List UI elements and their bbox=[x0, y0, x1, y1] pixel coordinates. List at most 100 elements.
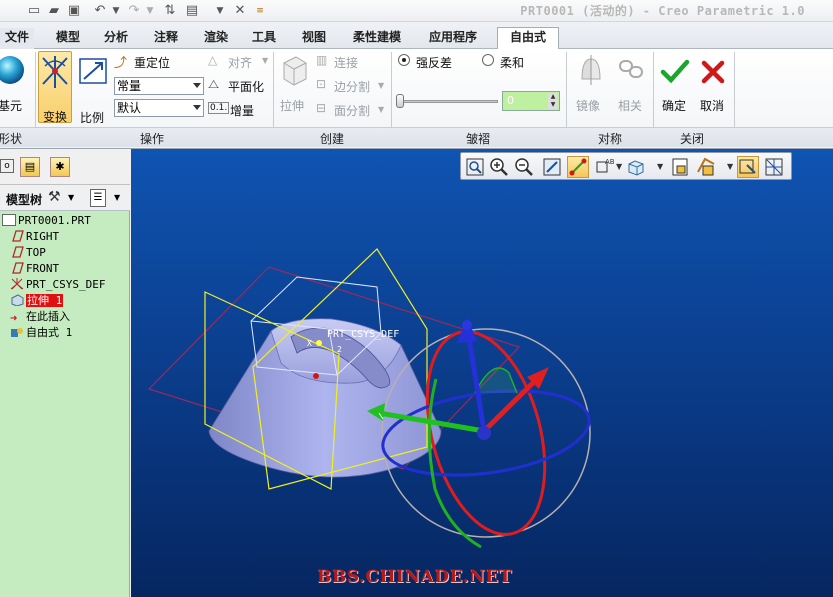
chevron-down-icon[interactable]: ▼ bbox=[657, 162, 663, 171]
chevron-down-icon[interactable]: ▼ bbox=[114, 193, 120, 202]
view-toolbar: AB ▼ ▼ ▼ bbox=[460, 152, 792, 180]
soft-crease-radio[interactable]: 柔和 bbox=[482, 53, 542, 71]
zoom-in-button[interactable] bbox=[488, 156, 510, 178]
increment-button[interactable]: 0.1. 增量 bbox=[208, 101, 270, 119]
chevron-down-icon[interactable]: ▼ bbox=[68, 193, 74, 202]
extrude-icon bbox=[283, 56, 307, 86]
display-style-button[interactable]: AB bbox=[595, 156, 617, 178]
layer-tab-icon[interactable]: ▤ bbox=[20, 157, 40, 177]
tab-applications[interactable]: 应用程序 bbox=[418, 28, 488, 49]
model-tree-tab-icon[interactable]: o bbox=[0, 159, 14, 173]
graphics-viewport[interactable]: PRT_CSYS_DEF X 2 AB ▼ ▼ ▼ BBS.CHINADE.NE… bbox=[131, 149, 833, 597]
align-button[interactable]: △ 对齐 ▼ bbox=[208, 53, 270, 71]
tree-item-csys[interactable]: PRT_CSYS_DEF bbox=[10, 277, 105, 293]
tree-item-freestyle[interactable]: 自由式 1 bbox=[10, 325, 72, 341]
annotation-display-button[interactable] bbox=[737, 156, 759, 178]
csys-point[interactable] bbox=[316, 340, 322, 346]
tree-columns-icon[interactable]: ☰ bbox=[90, 189, 106, 207]
primitive-button[interactable]: 基元 bbox=[0, 51, 30, 115]
chevron-down-icon[interactable]: ▼ bbox=[727, 162, 733, 171]
transform-button[interactable]: 变换 bbox=[38, 51, 72, 124]
tree-item-insert-here[interactable]: ➜ 在此插入 bbox=[10, 309, 70, 325]
connect-button[interactable]: ▥ 连接 bbox=[316, 53, 386, 71]
redo-icon[interactable]: ↷ bbox=[126, 3, 142, 19]
edge-split-button[interactable]: ⊡ 边分割 ▼ bbox=[316, 77, 388, 95]
related-button[interactable]: 相关 bbox=[614, 51, 648, 123]
save-icon[interactable]: ▣ bbox=[66, 3, 82, 19]
pivot-point[interactable] bbox=[313, 373, 319, 379]
zoom-out-icon bbox=[515, 158, 533, 176]
redo-dropdown-icon[interactable]: ▼ bbox=[142, 3, 158, 19]
shading-icon bbox=[628, 160, 644, 176]
undo-dropdown-icon[interactable]: ▼ bbox=[108, 3, 124, 19]
tab-analysis[interactable]: 分析 bbox=[94, 28, 138, 49]
model-tree-panel: o ▤ ✱ 模型树 ⚒ ▼ ☰ ▼ PRT0001.PRT RIGHT TOP … bbox=[0, 149, 130, 597]
flatten-button[interactable]: ⧍ 平面化 bbox=[208, 77, 270, 95]
slider-thumb[interactable] bbox=[396, 94, 404, 108]
datum-display-button[interactable] bbox=[695, 156, 717, 178]
face-split-button[interactable]: ⊟ 面分割 ▼ bbox=[316, 101, 388, 119]
undo-icon[interactable]: ↶ bbox=[92, 3, 108, 19]
crease-value-field[interactable]: 0 ▲ ▼ bbox=[502, 91, 560, 111]
spinner-icon[interactable]: ▲ ▼ bbox=[548, 93, 558, 109]
mode-select[interactable]: 常量 bbox=[114, 77, 204, 95]
datum-plane-icon bbox=[12, 246, 24, 258]
group-label-create: 创建 bbox=[320, 132, 345, 146]
tree-item-part[interactable]: PRT0001.PRT bbox=[2, 213, 91, 229]
windows-icon[interactable]: ▤ bbox=[184, 3, 200, 19]
group-label-symmetry: 对称 bbox=[598, 132, 623, 146]
tab-model[interactable]: 模型 bbox=[46, 28, 90, 49]
default-select[interactable]: 默认 bbox=[114, 99, 204, 117]
qa-customize-icon[interactable]: ▼ bbox=[212, 3, 228, 19]
flatten-label: 平面化 bbox=[228, 80, 265, 94]
navigator-toolbar: o ▤ ✱ bbox=[0, 149, 130, 185]
tab-file[interactable]: 文件 bbox=[0, 28, 34, 49]
spin-center-button[interactable] bbox=[763, 156, 785, 178]
tree-item-front[interactable]: FRONT bbox=[10, 261, 59, 277]
dragger-center[interactable] bbox=[477, 426, 491, 440]
svg-text:AB: AB bbox=[605, 158, 615, 166]
repaint-button[interactable] bbox=[541, 156, 563, 178]
tab-view[interactable]: 视图 bbox=[292, 28, 336, 49]
tree-item-extrude[interactable]: 拉伸 1 bbox=[10, 293, 64, 309]
radio-icon bbox=[482, 54, 494, 66]
new-file-icon[interactable]: ▭ bbox=[26, 3, 42, 19]
regenerate-icon[interactable]: ⇅ bbox=[162, 3, 178, 19]
tree-item-top[interactable]: TOP bbox=[10, 245, 46, 261]
spin-center-icon bbox=[765, 158, 783, 176]
tree-item-right[interactable]: RIGHT bbox=[10, 229, 59, 245]
crease-slider[interactable] bbox=[396, 93, 500, 109]
reposition-button[interactable]: ⤴ 重定位 bbox=[114, 53, 204, 71]
group-label-operations: 操作 bbox=[140, 132, 165, 146]
tab-render[interactable]: 渲染 bbox=[194, 28, 238, 49]
chevron-down-icon[interactable]: ▼ bbox=[616, 162, 622, 171]
tree-settings-icon[interactable]: ⚒ bbox=[48, 189, 61, 205]
tab-flexible-modeling[interactable]: 柔性建模 bbox=[342, 28, 412, 49]
model-tree-title: 模型树 bbox=[6, 193, 43, 207]
ribbon-group-labels: 形状 操作 创建 皱褶 对称 关闭 bbox=[0, 127, 833, 147]
ok-button[interactable]: 确定 bbox=[658, 51, 692, 123]
zoom-out-button[interactable] bbox=[513, 156, 535, 178]
customize-icon[interactable]: ≡ bbox=[252, 3, 268, 19]
tab-tools[interactable]: 工具 bbox=[242, 28, 286, 49]
open-folder-icon[interactable]: ▰ bbox=[46, 3, 62, 19]
extrude-button[interactable]: 拉伸 bbox=[278, 51, 310, 123]
cancel-button[interactable]: 取消 bbox=[696, 51, 730, 123]
tab-freestyle[interactable]: 自由式 bbox=[497, 27, 559, 50]
datum-display-icon bbox=[697, 157, 715, 176]
favorites-tab-icon[interactable]: ✱ bbox=[50, 157, 70, 177]
mirror-button[interactable]: 镜像 bbox=[574, 51, 608, 123]
tab-annotate[interactable]: 注释 bbox=[144, 28, 188, 49]
csys-icon bbox=[10, 278, 24, 290]
refit-button[interactable] bbox=[464, 156, 486, 178]
close-window-icon[interactable]: ✕ bbox=[232, 3, 248, 19]
saved-views-button[interactable] bbox=[669, 156, 691, 178]
shading-button[interactable] bbox=[625, 156, 647, 178]
quick-access-toolbar: ▭ ▰ ▣ ↶ ▼ ↷ ▼ ⇅ ▤ ▼ ✕ ≡ PRT0001 (活动的) - … bbox=[0, 0, 833, 22]
scale-button[interactable]: 比例 bbox=[76, 51, 108, 125]
strong-crease-radio[interactable]: 强反差 bbox=[398, 53, 468, 71]
window-title: PRT0001 (活动的) - Creo Parametric 1.0 bbox=[520, 4, 805, 18]
group-label-crease: 皱褶 bbox=[466, 132, 491, 146]
crease-value: 0 bbox=[507, 94, 514, 107]
dragger-display-button[interactable] bbox=[567, 156, 589, 178]
